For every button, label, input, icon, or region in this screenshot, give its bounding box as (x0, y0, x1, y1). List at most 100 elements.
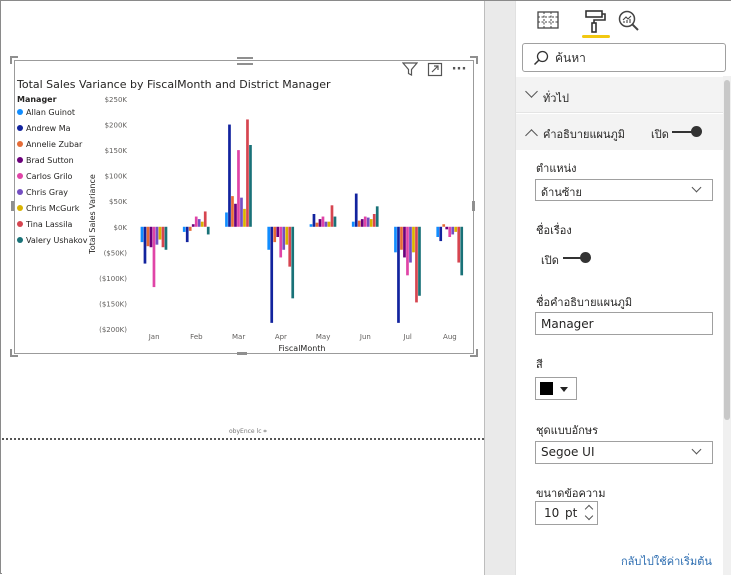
y-tick-label: $250K (105, 96, 128, 104)
legend-item[interactable]: Annelie Zubar (17, 140, 82, 150)
bar (327, 221, 331, 227)
bar (351, 221, 355, 227)
general-section-header[interactable]: ทั่วไป (516, 77, 724, 113)
bar (152, 226, 156, 288)
y-tick-label: ($100K) (99, 275, 127, 283)
resize-handle-bottom-left[interactable] (10, 349, 18, 357)
legend-item[interactable]: Chris Gray (17, 188, 68, 198)
bar (354, 193, 358, 227)
legend-title: Manager (17, 95, 57, 104)
bar (448, 226, 452, 237)
y-tick-label: ($150K) (99, 300, 127, 308)
text-size-stepper[interactable]: 10 pt (535, 501, 598, 525)
legend-toggle[interactable]: เปิด (651, 125, 721, 141)
bar (288, 226, 292, 267)
bar (164, 226, 168, 250)
legend-item[interactable]: Valery Ushakov (17, 236, 87, 246)
bar (188, 226, 192, 231)
title-toggle[interactable]: เปิด (536, 251, 606, 267)
legend-marker (17, 189, 23, 195)
bar (273, 226, 277, 243)
fields-tab[interactable] (536, 9, 562, 33)
search-icon (533, 50, 549, 70)
x-tick-label: Jul (402, 333, 412, 341)
bar (279, 226, 283, 258)
bar (194, 216, 198, 227)
color-picker[interactable] (535, 377, 577, 400)
legend-item[interactable]: Brad Sutton (17, 156, 74, 166)
toggle-knob (691, 126, 702, 137)
resize-handle-right[interactable] (472, 201, 475, 211)
legend-item[interactable]: Allan Guinot (17, 108, 75, 118)
bar (312, 214, 316, 227)
legend-marker (17, 125, 23, 131)
revert-to-default-link[interactable]: กลับไปใช้ค่าเริ่มต้น (621, 552, 712, 570)
analytics-tab[interactable] (617, 9, 643, 33)
focus-mode-icon[interactable] (426, 62, 444, 78)
bar (267, 226, 271, 250)
bar (161, 226, 165, 248)
x-tick-label: Apr (275, 333, 287, 341)
bar (366, 217, 370, 227)
bar (225, 212, 228, 227)
resize-handle-top-left[interactable] (10, 56, 18, 64)
x-tick-label: Jun (359, 333, 371, 341)
legend-label: Allan Guinot (26, 108, 76, 117)
bar (418, 226, 421, 296)
pane-scrollbar[interactable] (723, 76, 731, 575)
general-section-label: ทั่วไป (543, 92, 569, 105)
bar (158, 226, 162, 240)
bar (182, 226, 186, 232)
bar (360, 219, 364, 227)
legend-item[interactable]: Andrew Ma (17, 124, 71, 134)
search-input[interactable] (555, 49, 715, 67)
drag-grip[interactable] (237, 57, 253, 65)
resize-handle-top-right[interactable] (470, 56, 478, 64)
bar (309, 224, 313, 227)
bar (321, 216, 325, 227)
more-options-icon[interactable]: ··· (450, 62, 468, 78)
bar (228, 124, 231, 227)
resize-handle-bottom[interactable] (237, 352, 247, 355)
y-tick-label: ($200K) (99, 326, 127, 334)
scroll-thumb[interactable] (724, 80, 730, 420)
chevron-down-icon (525, 85, 538, 98)
legend-name-input[interactable] (535, 312, 713, 335)
legend-item[interactable]: Tina Lassila (17, 220, 72, 230)
position-value: ด้านซ้าย (541, 186, 582, 199)
legend-label: Andrew Ma (26, 124, 71, 133)
y-tick-label: $150K (105, 147, 128, 155)
app-frame: $250K $200K $150K $100K $50K $0K ($50K) ($100K)… (0, 0, 731, 575)
report-canvas[interactable]: $250K $200K $150K $100K $50K $0K ($50K) ($100K)… (2, 2, 484, 574)
legend-item[interactable]: Carlos Grilo (17, 172, 72, 182)
stepper-down-icon[interactable] (584, 511, 594, 521)
toggle-knob (580, 252, 591, 263)
legend-marker (17, 237, 23, 243)
legend-marker (17, 157, 23, 163)
x-tick-label: May (316, 333, 330, 341)
bar (234, 203, 237, 227)
pane-divider[interactable] (484, 1, 515, 575)
legend-label: Chris Gray (26, 188, 69, 197)
chart-visual[interactable]: $250K $200K $150K $100K $50K $0K ($50K) ($100K)… (14, 57, 474, 354)
font-family-value: Segoe UI (541, 445, 595, 459)
search-box[interactable] (522, 43, 726, 72)
resize-handle-bottom-right[interactable] (470, 349, 478, 357)
legend-toggle-label: เปิด (651, 128, 669, 141)
filter-icon[interactable] (401, 62, 419, 78)
format-pane: ทั่วไป คำอธิบายแผนภูมิ เปิด ตำแหน่ง ด้าน… (515, 1, 731, 575)
bar (412, 226, 415, 253)
legend-section-header[interactable]: คำอธิบายแผนภูมิ เปิด (516, 114, 724, 150)
text-size-value: 10 (544, 506, 560, 520)
resize-handle-left[interactable] (11, 201, 14, 211)
position-dropdown[interactable]: ด้านซ้าย (535, 179, 713, 201)
font-family-dropdown[interactable]: Segoe UI (535, 441, 713, 464)
legend-label: Valery Ushakov (26, 236, 88, 245)
format-tab[interactable] (583, 9, 609, 33)
font-family-label: ชุดแบบอักษร (536, 424, 599, 437)
legend-item[interactable]: Chris McGurk (17, 204, 79, 214)
analytics-magnifier-icon (618, 10, 639, 31)
bar (451, 226, 455, 235)
legend-marker (17, 173, 23, 179)
y-tick-label: $50K (109, 198, 127, 206)
